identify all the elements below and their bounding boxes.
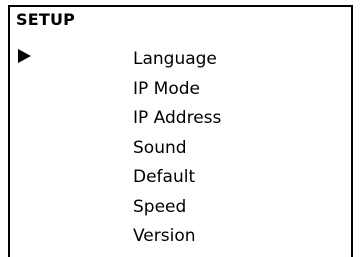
menu-item-default[interactable]: Default: [133, 163, 221, 193]
menu-item-language[interactable]: Language: [133, 45, 221, 75]
menu-item-ip-address[interactable]: IP Address: [133, 104, 221, 134]
menu-item-ip-mode[interactable]: IP Mode: [133, 75, 221, 105]
menu-item-sound[interactable]: Sound: [133, 134, 221, 164]
setup-title: SETUP: [16, 10, 76, 29]
setup-menu: Language IP Mode IP Address Sound Defaul…: [133, 45, 221, 252]
selection-arrow-icon: [18, 49, 31, 63]
menu-item-speed[interactable]: Speed: [133, 193, 221, 223]
menu-item-version[interactable]: Version: [133, 222, 221, 252]
